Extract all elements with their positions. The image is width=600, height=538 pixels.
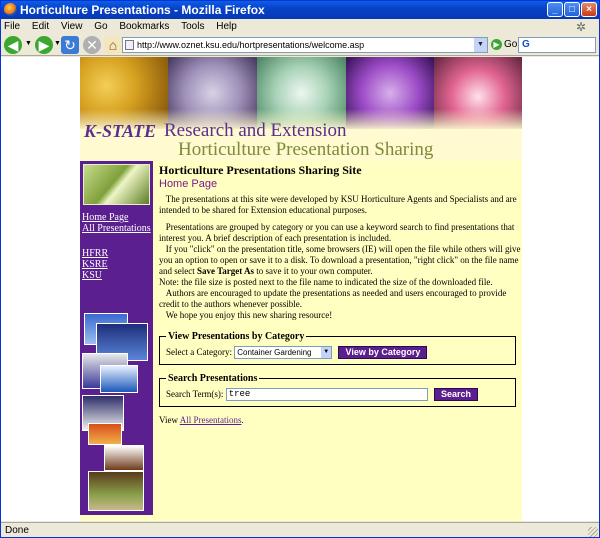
download-paragraph: If you "click" on the presentation title…	[159, 244, 522, 277]
thumbnail-4	[100, 365, 138, 393]
go-label: Go	[504, 39, 518, 50]
category-selected-value: Container Gardening	[237, 348, 312, 358]
throbber-icon: ✲	[575, 20, 586, 34]
minimize-button[interactable]: _	[547, 2, 563, 17]
sidebar-link-all-presentations[interactable]: All Presentations	[82, 223, 153, 234]
resize-grip-icon[interactable]	[588, 527, 598, 537]
thumbnail-6	[88, 423, 122, 445]
home-icon[interactable]: ⌂	[104, 36, 122, 54]
firefox-icon	[4, 3, 17, 16]
category-label: Select a Category:	[166, 347, 232, 357]
authors-text: Authors are encouraged to update the pre…	[159, 288, 507, 309]
kstate-logo: K-STATE	[84, 121, 156, 142]
sidebar-link-home[interactable]: Home Page	[82, 212, 153, 223]
note-paragraph: Note: the file size is posted next to th…	[159, 277, 493, 287]
intro-text: The presentations at this site were deve…	[159, 194, 517, 215]
search-row: Search Term(s): tree Search	[166, 385, 509, 403]
banner: K-STATE Research and Extension Horticult…	[80, 57, 522, 161]
presentation-thumbnails	[82, 313, 152, 515]
kstate-logo-text: K-STATE	[84, 121, 157, 141]
page-icon	[125, 40, 134, 50]
grouping-paragraph: Presentations are grouped by category or…	[159, 222, 522, 244]
view-all-line: View All Presentations.	[159, 415, 522, 426]
menu-edit[interactable]: Edit	[32, 19, 49, 34]
category-row: Select a Category: Container Gardening ▼ …	[166, 343, 509, 361]
view-prefix: View	[159, 415, 180, 425]
sidebar: Home Page All Presentations HFRR KSRE KS…	[80, 161, 153, 515]
page-bottom	[80, 515, 522, 521]
search-input[interactable]: tree	[225, 388, 428, 402]
go-arrow-icon: ▶	[491, 38, 502, 50]
status-bar: Done	[1, 522, 599, 538]
thumbnail-8	[88, 471, 144, 511]
menu-bar: File Edit View Go Bookmarks Tools Help ✲	[1, 19, 599, 34]
save-target-as-text: Save Target As	[196, 266, 254, 276]
page-title: Horticulture Presentations Sharing Site	[159, 163, 362, 177]
chevron-down-icon: ▼	[321, 347, 332, 359]
enjoy-text: We hope you enjoy this new sharing resou…	[165, 310, 333, 320]
download-text-c: to save it to your own computer.	[254, 266, 373, 276]
close-button[interactable]: ×	[581, 2, 597, 17]
search-legend: Search Presentations	[168, 373, 258, 384]
grouping-text: Presentations are grouped by category or…	[159, 222, 515, 243]
enjoy-paragraph: We hope you enjoy this new sharing resou…	[159, 310, 522, 321]
url-dropdown-icon[interactable]: ▼	[474, 38, 487, 52]
browser-window: Horticulture Presentations - Mozilla Fir…	[0, 0, 600, 538]
page-viewport: K-STATE Research and Extension Horticult…	[1, 57, 599, 521]
search-engine-icon: G	[522, 39, 530, 50]
reload-icon[interactable]: ↻	[61, 36, 79, 54]
stop-icon[interactable]: ✕	[83, 36, 101, 54]
page-subtitle: Home Page	[159, 178, 218, 190]
maximize-button[interactable]: □	[564, 2, 580, 17]
sidebar-nav: Home Page All Presentations HFRR KSRE KS…	[80, 208, 153, 281]
category-select[interactable]: Container Gardening ▼	[234, 346, 333, 360]
title-bar: Horticulture Presentations - Mozilla Fir…	[1, 1, 599, 19]
url-text: http://www.oznet.ksu.edu/hortpresentatio…	[137, 40, 365, 50]
sidebar-link-ksu[interactable]: KSU	[82, 270, 153, 281]
search-fieldset: Search Presentations Search Term(s): tre…	[159, 373, 516, 407]
menu-bookmarks[interactable]: Bookmarks	[119, 19, 169, 34]
leaf-photo	[83, 164, 150, 205]
intro-paragraph: The presentations at this site were deve…	[159, 194, 522, 216]
back-arrow-icon[interactable]: ◀	[4, 36, 22, 54]
back-dropdown-icon[interactable]: ▼	[25, 40, 32, 47]
sidebar-link-ksre[interactable]: KSRE	[82, 259, 153, 270]
search-button[interactable]: Search	[433, 388, 478, 402]
authors-paragraph: Authors are encouraged to update the pre…	[159, 288, 522, 310]
navigation-toolbar: ◀ ▼ ▶ ▼ ↻ ✕ ⌂ http://www.oznet.ksu.edu/h…	[1, 34, 599, 56]
banner-line2: Horticulture Presentation Sharing	[178, 139, 434, 160]
url-bar[interactable]: http://www.oznet.ksu.edu/hortpresentatio…	[122, 37, 488, 53]
forward-dropdown-icon[interactable]: ▼	[54, 40, 61, 47]
go-button[interactable]: ▶ Go	[491, 38, 517, 52]
view-by-category-button[interactable]: View by Category	[338, 346, 428, 360]
category-fieldset: View Presentations by Category Select a …	[159, 331, 516, 365]
menu-tools[interactable]: Tools	[181, 19, 204, 34]
search-box[interactable]: G	[518, 37, 596, 53]
window-title: Horticulture Presentations - Mozilla Fir…	[20, 3, 265, 17]
sidebar-link-hfrr[interactable]: HFRR	[82, 248, 153, 259]
search-label: Search Term(s):	[166, 389, 224, 399]
menu-file[interactable]: File	[4, 19, 20, 34]
thumbnail-7	[104, 445, 144, 471]
status-text: Done	[5, 525, 29, 536]
all-presentations-link[interactable]: All Presentations	[180, 415, 242, 425]
view-suffix: .	[241, 415, 244, 425]
forward-arrow-icon[interactable]: ▶	[35, 36, 53, 54]
main-content: Horticulture Presentations Sharing Site …	[153, 161, 522, 515]
category-legend: View Presentations by Category	[168, 331, 305, 342]
menu-view[interactable]: View	[61, 19, 83, 34]
menu-go[interactable]: Go	[94, 19, 107, 34]
menu-help[interactable]: Help	[216, 19, 237, 34]
